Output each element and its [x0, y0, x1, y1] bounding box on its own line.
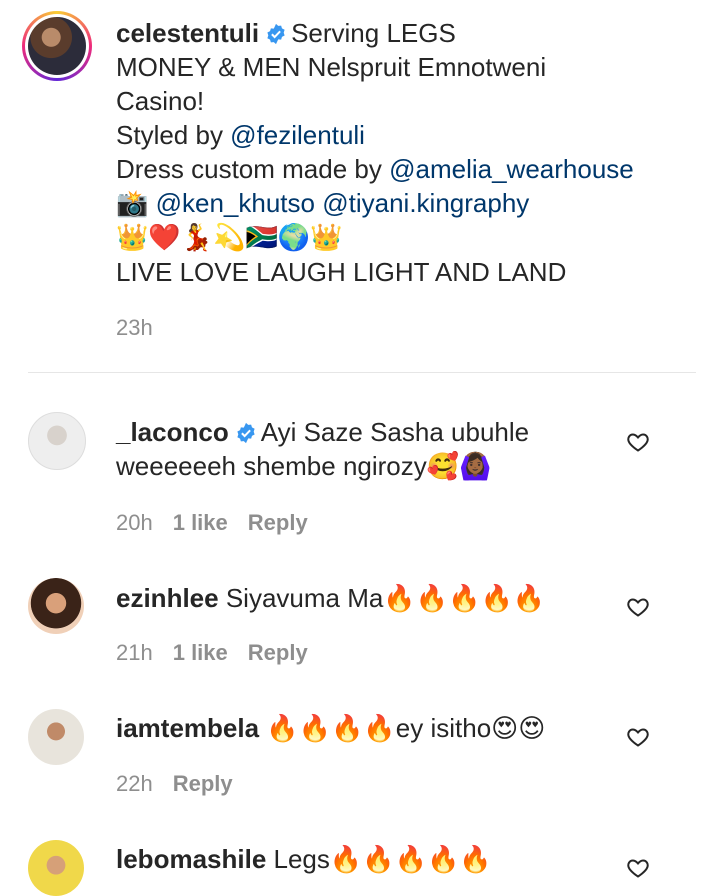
mention-link-designer[interactable]: @amelia_wearhouse — [389, 154, 634, 184]
caption-timestamp: 23h — [116, 315, 153, 340]
comment-body: _laconco Ayi Saze Sasha ubuhle weeeeeeh s… — [116, 415, 616, 483]
comment-avatar[interactable] — [28, 840, 84, 896]
caption-emoji-line: 👑❤️💃💫🇿🇦🌍👑 — [116, 223, 343, 253]
comment-meta: 22h Reply — [116, 771, 233, 797]
mention-link-photographer-2[interactable]: @tiyani.kingraphy — [322, 188, 529, 218]
comment-body: iamtembela 🔥🔥🔥🔥ey isitho😍😍 — [116, 711, 616, 745]
comment-username[interactable]: iamtembela — [116, 713, 259, 743]
comment-username[interactable]: ezinhlee — [116, 583, 219, 613]
heart-outline-icon[interactable] — [626, 595, 650, 619]
heart-outline-icon[interactable] — [626, 856, 650, 880]
reply-button[interactable]: Reply — [248, 640, 308, 665]
comment-meta: 20h 1 like Reply — [116, 510, 308, 536]
comment-username[interactable]: _laconco — [116, 417, 229, 447]
caption-styled-prefix: Styled by — [116, 120, 231, 150]
mention-link-stylist[interactable]: @fezilentuli — [230, 120, 365, 150]
caption-text-line1: Serving LEGS — [291, 18, 456, 48]
post-caption: celestentuli Serving LEGS MONEY & MEN Nel… — [116, 16, 696, 289]
caption-last-line: LIVE LOVE LAUGH LIGHT AND LAND — [116, 257, 567, 287]
mention-link-photographer-1[interactable]: @ken_khutso — [156, 188, 315, 218]
reply-button[interactable]: Reply — [248, 510, 308, 535]
comment-body: lebomashile Legs🔥🔥🔥🔥🔥 — [116, 842, 616, 876]
heart-outline-icon[interactable] — [626, 430, 650, 454]
comment-text: Legs🔥🔥🔥🔥🔥 — [273, 844, 492, 874]
comment-text: 🔥🔥🔥🔥ey isitho😍😍 — [266, 713, 546, 743]
comment-username[interactable]: lebomashile — [116, 844, 266, 874]
verified-badge-icon — [237, 422, 255, 444]
comment-meta: 21h 1 like Reply — [116, 640, 308, 666]
caption-text-line2: MONEY & MEN Nelspruit Emnotweni — [116, 52, 547, 82]
reply-button[interactable]: Reply — [173, 771, 233, 796]
comment-timestamp: 20h — [116, 510, 153, 535]
comment-timestamp: 22h — [116, 771, 153, 796]
caption-text-line3: Casino! — [116, 86, 205, 116]
heart-outline-icon[interactable] — [626, 725, 650, 749]
comment-like-count[interactable]: 1 like — [173, 510, 228, 535]
caption-username[interactable]: celestentuli — [116, 18, 259, 48]
caption-author-avatar[interactable] — [22, 11, 92, 81]
comment-avatar[interactable] — [28, 578, 84, 634]
verified-badge-icon — [267, 23, 285, 45]
comment-avatar[interactable] — [28, 412, 86, 470]
comment-avatar[interactable] — [28, 709, 84, 765]
caption-dress-prefix: Dress custom made by — [116, 154, 390, 184]
caption-meta: 23h — [116, 315, 153, 341]
comment-body: ezinhlee Siyavuma Ma🔥🔥🔥🔥🔥 — [116, 581, 616, 615]
comment-like-count[interactable]: 1 like — [173, 640, 228, 665]
divider — [28, 372, 696, 373]
camera-emoji: 📸 — [116, 189, 149, 219]
comment-text: Siyavuma Ma🔥🔥🔥🔥🔥 — [225, 583, 546, 613]
comment-timestamp: 21h — [116, 640, 153, 665]
